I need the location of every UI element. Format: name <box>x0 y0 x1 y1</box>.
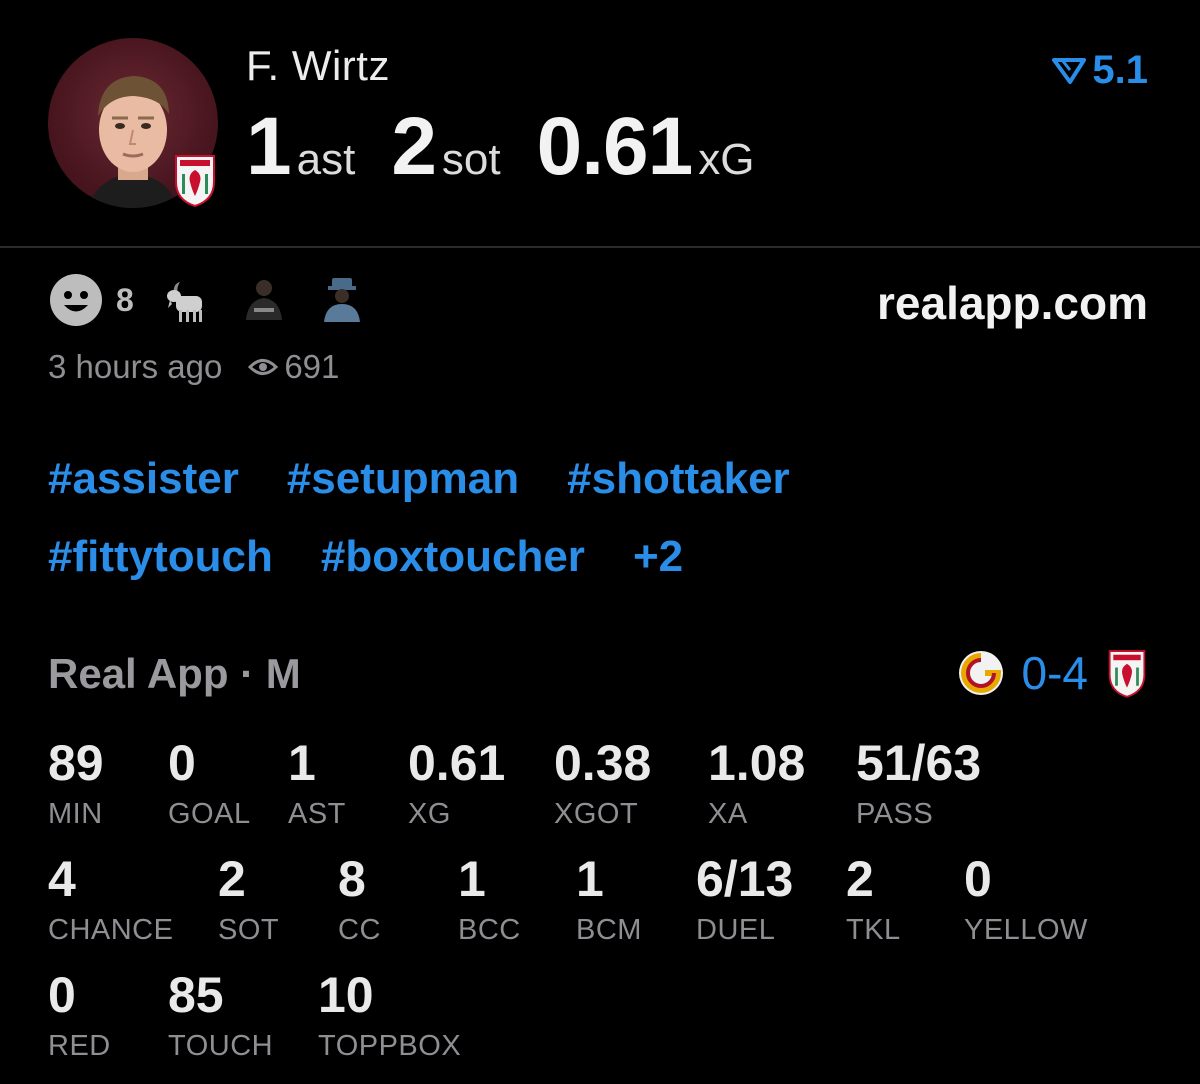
stat-tkl: 2 TKL <box>846 854 901 947</box>
stat-label: XA <box>708 798 748 830</box>
view-count-value: 691 <box>284 348 340 385</box>
stat-cc: 8 CC <box>338 854 381 947</box>
stat-label: YELLOW <box>964 914 1088 946</box>
stat-label: DUEL <box>696 914 776 946</box>
stat-label: TKL <box>846 914 901 946</box>
divider <box>0 246 1200 248</box>
stat-label: SOT <box>218 914 280 946</box>
stat-value: 1 <box>288 735 316 791</box>
headline-unit: ast <box>296 135 356 184</box>
more-tags-button[interactable]: +2 <box>633 532 683 582</box>
headline-value: 1 <box>246 101 292 192</box>
headline-value: 0.61 <box>536 101 694 192</box>
stat-xa: 1.08 XA <box>708 738 805 831</box>
stat-value: 6/13 <box>696 851 794 907</box>
stat-label: CHANCE <box>48 914 174 946</box>
stat-duel: 6/13 DUEL <box>696 854 793 947</box>
tag-chip[interactable]: #fittytouch <box>48 532 273 582</box>
tag-chip[interactable]: #setupman <box>287 454 519 504</box>
stat-label: MIN <box>48 798 103 830</box>
tag-chip[interactable]: #shottaker <box>567 454 790 504</box>
stat-pass: 51/63 PASS <box>856 738 981 831</box>
stat-value: 0 <box>964 851 992 907</box>
vote-arrow-icon <box>1052 57 1087 84</box>
match-score[interactable]: 0-4 <box>958 646 1148 700</box>
headline-value: 2 <box>391 101 437 192</box>
eye-icon <box>248 359 279 375</box>
stat-value: 0 <box>48 967 76 1023</box>
stat-label: XGOT <box>554 798 639 830</box>
stat-value: 0.38 <box>554 735 652 791</box>
post-meta: 3 hours ago 691 <box>48 348 339 386</box>
stat-min: 89 MIN <box>48 738 104 831</box>
stat-value: 0.61 <box>408 735 506 791</box>
smiley-reaction-icon[interactable] <box>48 272 104 328</box>
stat-value: 1 <box>458 851 486 907</box>
rating-value: 5.1 <box>1092 48 1148 92</box>
stat-label: AST <box>288 798 346 830</box>
tag-chip[interactable]: #boxtoucher <box>321 532 585 582</box>
stat-yellow: 0 YELLOW <box>964 854 1088 947</box>
stat-value: 89 <box>48 735 104 791</box>
tags-row: #assister #setupman #shottaker <box>48 454 790 504</box>
stat-chance: 4 CHANCE <box>48 854 173 947</box>
reactions-row: 8 <box>48 272 368 328</box>
club-crest <box>172 152 218 213</box>
player-name: F. Wirtz <box>246 42 390 89</box>
stat-ast: 1 AST <box>288 738 346 831</box>
stat-goal: 0 GOAL <box>168 738 251 831</box>
stat-label: XG <box>408 798 451 830</box>
stat-value: 1.08 <box>708 735 806 791</box>
tags-row: #fittytouch #boxtoucher +2 <box>48 532 683 582</box>
headline-unit: xG <box>698 135 755 184</box>
tag-chip[interactable]: #assister <box>48 454 239 504</box>
stat-bcm: 1 BCM <box>576 854 642 947</box>
stat-xgot: 0.38 XGOT <box>554 738 651 831</box>
rating-badge[interactable]: 5.1 <box>1052 48 1148 93</box>
stat-value: 10 <box>318 967 374 1023</box>
stat-label: CC <box>338 914 381 946</box>
stat-label: TOPPBOX <box>318 1030 462 1062</box>
stat-value: 85 <box>168 967 224 1023</box>
stat-bcc: 1 BCC <box>458 854 521 947</box>
stat-toppbox: 10 TOPPBOX <box>318 970 461 1063</box>
stat-touch: 85 TOUCH <box>168 970 273 1063</box>
goat-emoji-icon[interactable] <box>160 274 212 326</box>
stat-value: 8 <box>338 851 366 907</box>
stat-label: BCM <box>576 914 642 946</box>
headline-stats: 1 ast 2 sot 0.61 xG <box>246 100 754 194</box>
stat-label: RED <box>48 1030 111 1062</box>
galatasaray-crest-icon <box>958 651 1003 695</box>
stat-label: GOAL <box>168 798 251 830</box>
stat-value: 1 <box>576 851 604 907</box>
liverpool-crest-icon <box>1108 650 1146 698</box>
stat-value: 0 <box>168 735 196 791</box>
stat-label: PASS <box>856 798 934 830</box>
match-label: Real App · M <box>48 650 301 697</box>
stat-value: 2 <box>218 851 246 907</box>
stat-label: TOUCH <box>168 1030 274 1062</box>
post-time: 3 hours ago <box>48 348 223 385</box>
player-emoji-icon[interactable] <box>238 274 290 326</box>
stat-xg: 0.61 XG <box>408 738 505 831</box>
score-value: 0-4 <box>1021 647 1088 699</box>
stat-label: BCC <box>458 914 521 946</box>
stat-red: 0 RED <box>48 970 111 1063</box>
stat-sot: 2 SOT <box>218 854 279 947</box>
stat-value: 51/63 <box>856 735 982 791</box>
headline-unit: sot <box>441 135 501 184</box>
source-link[interactable]: realapp.com <box>877 276 1148 330</box>
stat-value: 4 <box>48 851 76 907</box>
stat-value: 2 <box>846 851 874 907</box>
view-count: 691 <box>248 348 339 386</box>
person-emoji-icon[interactable] <box>316 274 368 326</box>
liverpool-crest-icon <box>175 155 215 208</box>
reaction-count: 8 <box>116 281 134 318</box>
